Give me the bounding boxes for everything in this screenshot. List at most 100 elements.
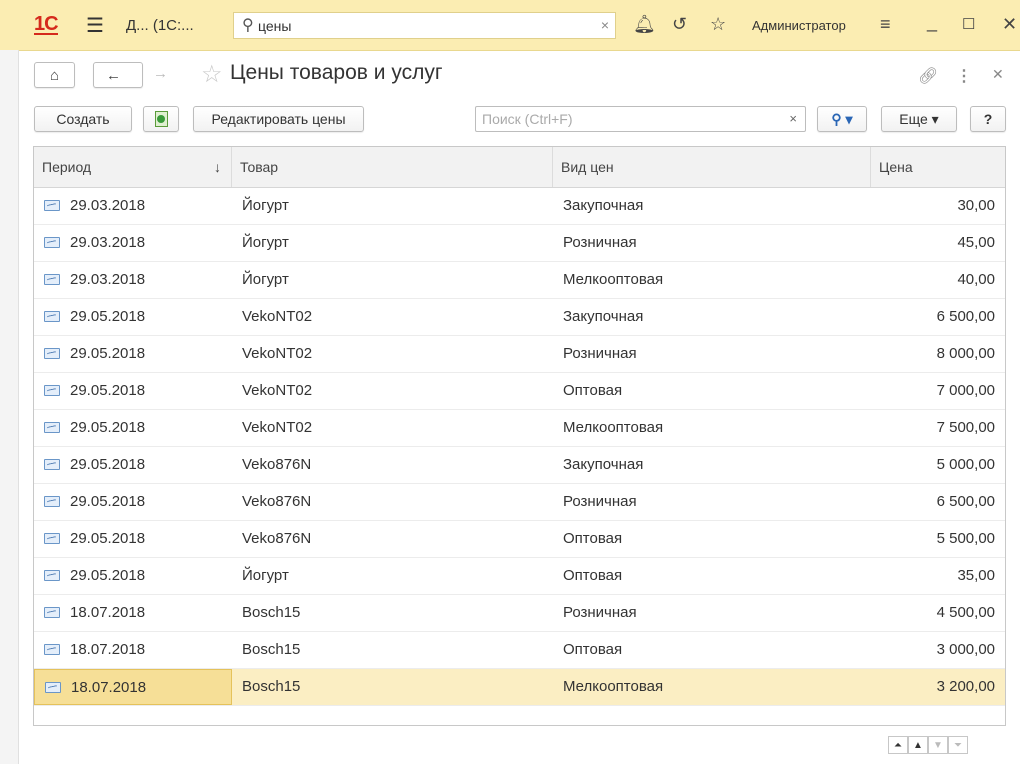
cell-price-kind[interactable]: Мелкооптовая: [553, 410, 871, 446]
cell-price[interactable]: 3 000,00: [871, 632, 1005, 668]
cell-period[interactable]: 18.07.2018: [34, 669, 232, 705]
clear-icon[interactable]: ×: [789, 111, 797, 126]
cell-price[interactable]: 30,00: [871, 188, 1005, 224]
cell-price-kind[interactable]: Закупочная: [553, 188, 871, 224]
favorites-star-icon[interactable]: ☆: [710, 14, 726, 35]
close-window-icon[interactable]: ✕: [1002, 14, 1017, 35]
copy-button[interactable]: [143, 106, 179, 132]
edit-prices-button[interactable]: Редактировать цены: [193, 106, 364, 132]
cell-price-kind[interactable]: Закупочная: [553, 299, 871, 335]
table-row[interactable]: 18.07.2018 Bosch15 Мелкооптовая 3 200,00: [34, 669, 1005, 706]
back-button[interactable]: ←: [93, 62, 143, 88]
table-row[interactable]: 29.05.2018 Йогурт Оптовая 35,00: [34, 558, 1005, 595]
cell-goods[interactable]: Йогурт: [232, 558, 553, 594]
cell-price[interactable]: 45,00: [871, 225, 1005, 261]
cell-period[interactable]: 29.05.2018: [34, 410, 232, 446]
cell-price[interactable]: 4 500,00: [871, 595, 1005, 631]
app-logo[interactable]: 1С: [34, 13, 59, 36]
cell-period[interactable]: 18.07.2018: [34, 595, 232, 631]
table-row[interactable]: 29.03.2018 Йогурт Мелкооптовая 40,00: [34, 262, 1005, 299]
column-header-period[interactable]: Период ↓: [34, 147, 232, 187]
cell-price[interactable]: 5 500,00: [871, 521, 1005, 557]
cell-period[interactable]: 29.05.2018: [34, 558, 232, 594]
link-icon[interactable]: 🔗︎: [918, 66, 938, 86]
table-row[interactable]: 29.05.2018 Veko876N Розничная 6 500,00: [34, 484, 1005, 521]
search-button[interactable]: ⚲ ▾: [817, 106, 867, 132]
table-row[interactable]: 29.05.2018 VekoNT02 Розничная 8 000,00: [34, 336, 1005, 373]
close-form-icon[interactable]: ✕: [992, 66, 1004, 83]
cell-price-kind[interactable]: Розничная: [553, 484, 871, 520]
history-icon[interactable]: ↺: [672, 14, 687, 35]
cell-price-kind[interactable]: Оптовая: [553, 558, 871, 594]
cell-price[interactable]: 35,00: [871, 558, 1005, 594]
table-row[interactable]: 29.05.2018 VekoNT02 Закупочная 6 500,00: [34, 299, 1005, 336]
favorite-star-icon[interactable]: ☆: [201, 60, 223, 89]
table-row[interactable]: 29.03.2018 Йогурт Закупочная 30,00: [34, 188, 1005, 225]
cell-goods[interactable]: Veko876N: [232, 521, 553, 557]
more-actions-icon[interactable]: ⋮: [956, 66, 972, 86]
cell-goods[interactable]: Йогурт: [232, 262, 553, 298]
cell-period[interactable]: 29.05.2018: [34, 447, 232, 483]
cell-price-kind[interactable]: Оптовая: [553, 373, 871, 409]
global-search-input[interactable]: ⚲ цены ×: [233, 12, 616, 39]
cell-price-kind[interactable]: Розничная: [553, 225, 871, 261]
create-button[interactable]: Создать: [34, 106, 132, 132]
user-name[interactable]: Администратор: [752, 0, 846, 50]
cell-period[interactable]: 29.03.2018: [34, 188, 232, 224]
column-header-goods[interactable]: Товар: [232, 147, 553, 187]
table-row[interactable]: 29.05.2018 VekoNT02 Мелкооптовая 7 500,00: [34, 410, 1005, 447]
cell-price[interactable]: 6 500,00: [871, 299, 1005, 335]
column-header-price[interactable]: Цена: [871, 147, 1005, 187]
main-menu-icon[interactable]: ☰: [86, 0, 104, 50]
cell-price[interactable]: 40,00: [871, 262, 1005, 298]
scroll-up-button[interactable]: ▲: [908, 736, 928, 754]
scroll-top-button[interactable]: ⏶: [888, 736, 908, 754]
list-search-input[interactable]: Поиск (Ctrl+F) ×: [475, 106, 806, 132]
table-row[interactable]: 18.07.2018 Bosch15 Розничная 4 500,00: [34, 595, 1005, 632]
cell-period[interactable]: 29.05.2018: [34, 299, 232, 335]
cell-price-kind[interactable]: Мелкооптовая: [553, 669, 871, 705]
cell-period[interactable]: 29.05.2018: [34, 373, 232, 409]
cell-goods[interactable]: Veko876N: [232, 484, 553, 520]
cell-price[interactable]: 8 000,00: [871, 336, 1005, 372]
cell-goods[interactable]: Veko876N: [232, 447, 553, 483]
forward-button[interactable]: →: [153, 65, 168, 82]
clear-search-icon[interactable]: ×: [601, 17, 609, 33]
table-row[interactable]: 18.07.2018 Bosch15 Оптовая 3 000,00: [34, 632, 1005, 669]
table-row[interactable]: 29.05.2018 Veko876N Закупочная 5 000,00: [34, 447, 1005, 484]
minimize-icon[interactable]: _: [927, 12, 937, 33]
cell-period[interactable]: 18.07.2018: [34, 632, 232, 668]
window-title[interactable]: Д... (1С:...: [126, 0, 194, 50]
help-button[interactable]: ?: [970, 106, 1006, 132]
cell-goods[interactable]: Йогурт: [232, 225, 553, 261]
scroll-down-button[interactable]: ▼: [928, 736, 948, 754]
cell-price-kind[interactable]: Оптовая: [553, 632, 871, 668]
cell-goods[interactable]: Йогурт: [232, 188, 553, 224]
cell-price-kind[interactable]: Розничная: [553, 336, 871, 372]
maximize-icon[interactable]: ☐: [962, 15, 975, 33]
cell-goods[interactable]: Bosch15: [232, 632, 553, 668]
cell-price[interactable]: 7 500,00: [871, 410, 1005, 446]
price-table[interactable]: Период ↓ Товар Вид цен Цена 29.03.2018 Йо…: [33, 146, 1006, 726]
cell-period[interactable]: 29.03.2018: [34, 225, 232, 261]
cell-goods[interactable]: Bosch15: [232, 595, 553, 631]
cell-price[interactable]: 7 000,00: [871, 373, 1005, 409]
cell-period[interactable]: 29.05.2018: [34, 484, 232, 520]
cell-period[interactable]: 29.05.2018: [34, 336, 232, 372]
cell-goods[interactable]: VekoNT02: [232, 299, 553, 335]
cell-goods[interactable]: VekoNT02: [232, 336, 553, 372]
cell-price-kind[interactable]: Оптовая: [553, 521, 871, 557]
home-button[interactable]: ⌂: [34, 62, 75, 88]
cell-price-kind[interactable]: Закупочная: [553, 447, 871, 483]
cell-price-kind[interactable]: Мелкооптовая: [553, 262, 871, 298]
table-row[interactable]: 29.05.2018 VekoNT02 Оптовая 7 000,00: [34, 373, 1005, 410]
cell-price[interactable]: 6 500,00: [871, 484, 1005, 520]
cell-period[interactable]: 29.03.2018: [34, 262, 232, 298]
cell-period[interactable]: 29.05.2018: [34, 521, 232, 557]
settings-menu-icon[interactable]: ≡: [880, 14, 891, 35]
column-header-price-kind[interactable]: Вид цен: [553, 147, 871, 187]
cell-price[interactable]: 5 000,00: [871, 447, 1005, 483]
table-row[interactable]: 29.05.2018 Veko876N Оптовая 5 500,00: [34, 521, 1005, 558]
scroll-bottom-button[interactable]: ⏷: [948, 736, 968, 754]
more-button[interactable]: Еще ▾: [881, 106, 957, 132]
